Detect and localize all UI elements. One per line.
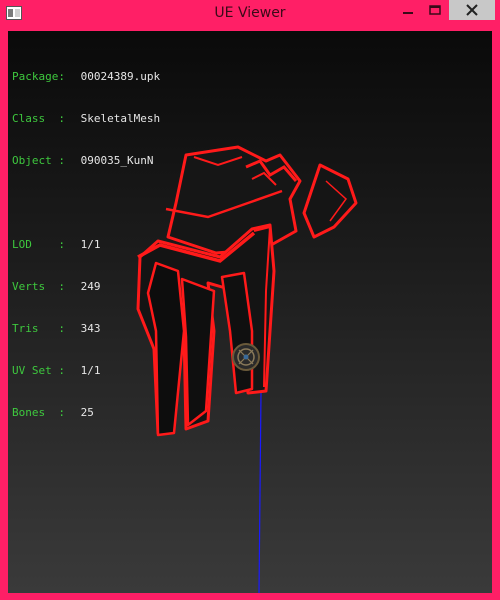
- info-class-label: Class :: [12, 112, 65, 125]
- info-bones-label: Bones :: [12, 406, 65, 419]
- info-package-value: 00024389.upk: [80, 70, 161, 83]
- info-class-value: SkeletalMesh: [80, 112, 161, 125]
- close-icon: [466, 4, 478, 16]
- info-tris-label: Tris :: [12, 322, 65, 335]
- minimize-icon: [403, 12, 413, 14]
- info-uvset-value: 1/1: [80, 364, 101, 377]
- info-tris-value: 343: [80, 322, 101, 335]
- info-object-label: Object :: [12, 154, 65, 167]
- ue-viewer-window: UE Viewer Package: 00024389.upk Class: …: [0, 0, 500, 600]
- title-bar[interactable]: UE Viewer: [0, 0, 500, 26]
- info-class: Class : SkeletalMesh: [12, 112, 160, 126]
- minimize-button[interactable]: [394, 0, 422, 20]
- info-uvset: UV Set : 1/1: [12, 364, 160, 378]
- info-uvset-label: UV Set :: [12, 364, 65, 377]
- close-button[interactable]: [449, 0, 495, 20]
- mesh-right-flap: [302, 163, 358, 239]
- info-verts-value: 249: [80, 280, 101, 293]
- info-package-label: Package:: [12, 70, 65, 83]
- info-lod-label: LOD :: [12, 238, 65, 251]
- maximize-button[interactable]: [422, 0, 448, 20]
- info-lod-value: 1/1: [80, 238, 101, 251]
- maximize-icon: [429, 5, 441, 15]
- info-tris: Tris : 343: [12, 322, 160, 336]
- info-verts-label: Verts :: [12, 280, 65, 293]
- info-verts: Verts : 249: [12, 280, 160, 294]
- info-lod: LOD : 1/1: [12, 238, 160, 252]
- info-package: Package: 00024389.upk: [12, 70, 160, 84]
- mesh-info-overlay: Package: 00024389.upk Class : SkeletalMe…: [12, 42, 160, 448]
- mesh-shoulder: [165, 145, 302, 255]
- info-bones: Bones : 25: [12, 406, 160, 420]
- info-bones-value: 25: [80, 406, 94, 419]
- mesh-emblem: [232, 343, 260, 371]
- 3d-viewport[interactable]: Package: 00024389.upk Class : SkeletalMe…: [8, 31, 492, 593]
- info-object-value: 090035_KunN: [80, 154, 154, 167]
- info-object: Object : 090035_KunN: [12, 154, 160, 168]
